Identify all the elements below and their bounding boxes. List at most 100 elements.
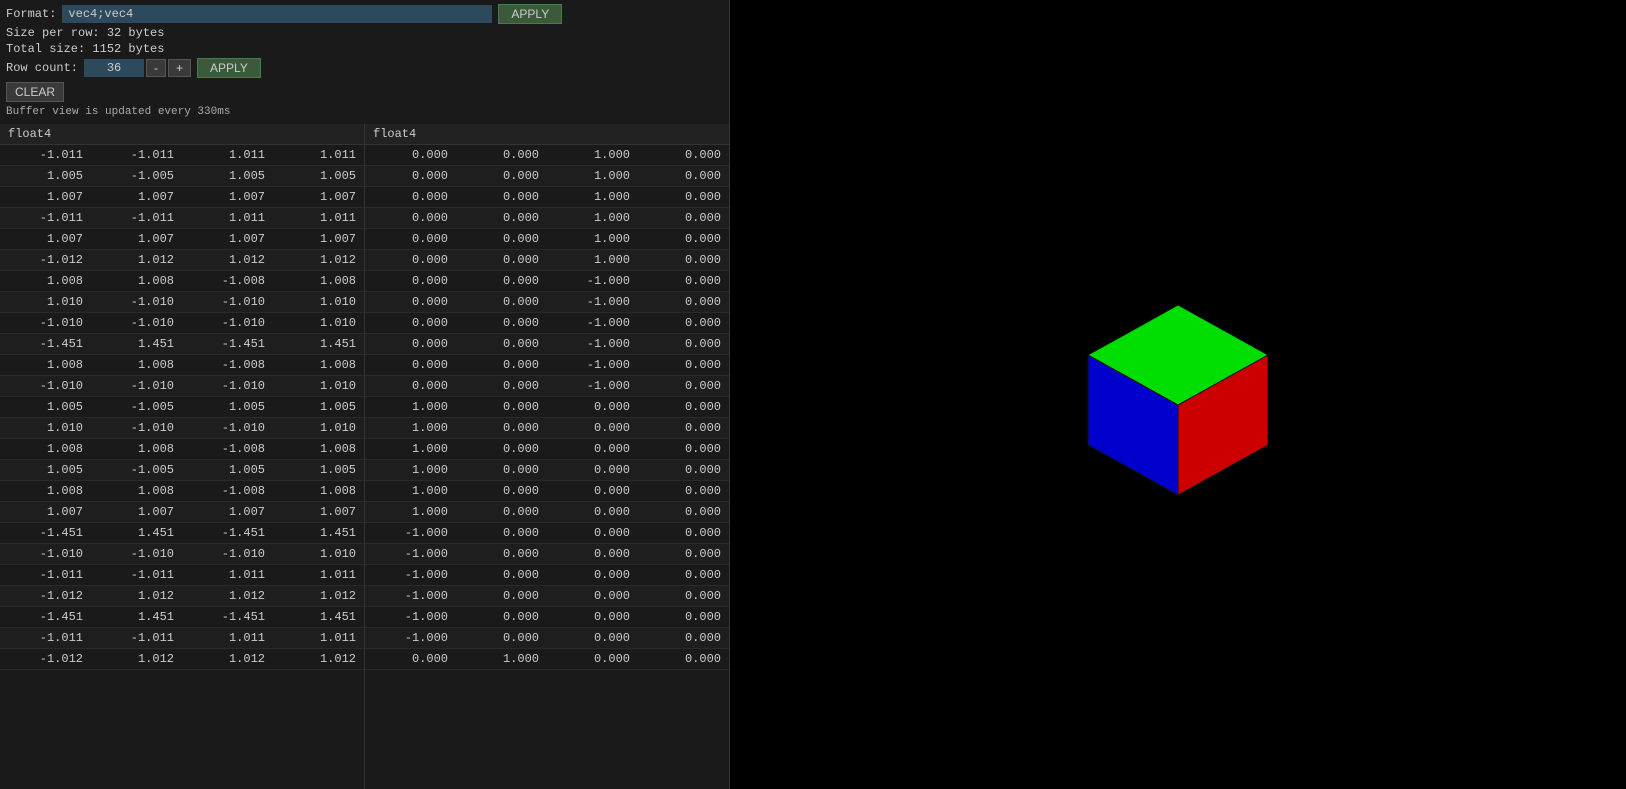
increment-button[interactable]: + bbox=[168, 59, 191, 77]
clear-button[interactable]: CLEAR bbox=[6, 82, 64, 102]
table-cell: 0.000 bbox=[547, 397, 638, 418]
table-cell: 0.000 bbox=[456, 586, 547, 607]
table-cell: -1.010 bbox=[0, 376, 91, 397]
table-cell: 0.000 bbox=[456, 271, 547, 292]
table-cell: -1.012 bbox=[0, 649, 91, 670]
table-row: 0.0000.000-1.0000.000 bbox=[365, 313, 729, 334]
table-row: -1.011-1.0111.0111.011 bbox=[0, 628, 364, 649]
table-row: 1.005-1.0051.0051.005 bbox=[0, 397, 364, 418]
table-cell: -1.451 bbox=[182, 334, 273, 355]
table-cell: -1.000 bbox=[365, 523, 456, 544]
table-cell: -1.010 bbox=[182, 292, 273, 313]
table-cell: 0.000 bbox=[456, 313, 547, 334]
table-cell: 0.000 bbox=[456, 187, 547, 208]
table-cell: 1.012 bbox=[91, 649, 182, 670]
table-cell: 1.000 bbox=[547, 187, 638, 208]
table-cell: 1.008 bbox=[273, 481, 364, 502]
right-table: float4 0.0000.0001.0000.0000.0000.0001.0… bbox=[364, 124, 729, 789]
table-cell: 0.000 bbox=[547, 649, 638, 670]
format-input[interactable] bbox=[62, 5, 492, 23]
table-cell: 0.000 bbox=[638, 586, 729, 607]
table-cell: -1.000 bbox=[365, 628, 456, 649]
table-cell: 1.451 bbox=[273, 334, 364, 355]
table-cell: -1.000 bbox=[547, 376, 638, 397]
table-cell: 0.000 bbox=[547, 418, 638, 439]
table-cell: 0.000 bbox=[638, 292, 729, 313]
table-cell: -1.000 bbox=[365, 607, 456, 628]
table-cell: 1.008 bbox=[91, 439, 182, 460]
table-row: 1.0081.008-1.0081.008 bbox=[0, 481, 364, 502]
table-cell: 0.000 bbox=[365, 292, 456, 313]
table-cell: 0.000 bbox=[638, 208, 729, 229]
table-cell: 1.451 bbox=[91, 334, 182, 355]
table-cell: -1.451 bbox=[182, 607, 273, 628]
table-cell: 0.000 bbox=[547, 523, 638, 544]
table-cell: 1.005 bbox=[182, 397, 273, 418]
table-cell: 0.000 bbox=[456, 418, 547, 439]
table-cell: 1.000 bbox=[547, 208, 638, 229]
table-row: 0.0000.0001.0000.000 bbox=[365, 166, 729, 187]
table-cell: 0.000 bbox=[456, 544, 547, 565]
table-cell: 0.000 bbox=[365, 649, 456, 670]
table-row: 1.0000.0000.0000.000 bbox=[365, 397, 729, 418]
table-cell: -1.010 bbox=[91, 544, 182, 565]
table-cell: -1.000 bbox=[547, 292, 638, 313]
table-cell: 1.008 bbox=[0, 481, 91, 502]
table-cell: 0.000 bbox=[638, 418, 729, 439]
table-cell: -1.010 bbox=[182, 418, 273, 439]
table-cell: 0.000 bbox=[365, 271, 456, 292]
size-per-row: Size per row: 32 bytes bbox=[6, 26, 164, 40]
table-cell: 0.000 bbox=[456, 229, 547, 250]
table-row: 1.0081.008-1.0081.008 bbox=[0, 439, 364, 460]
table-cell: -1.012 bbox=[0, 250, 91, 271]
table-cell: 1.012 bbox=[273, 649, 364, 670]
decrement-button[interactable]: - bbox=[146, 59, 166, 77]
left-table: float4 -1.011-1.0111.0111.0111.005-1.005… bbox=[0, 124, 364, 789]
table-cell: 0.000 bbox=[638, 229, 729, 250]
table-cell: 1.005 bbox=[182, 460, 273, 481]
table-cell: 1.007 bbox=[273, 229, 364, 250]
table-cell: 1.000 bbox=[365, 460, 456, 481]
table-cell: -1.008 bbox=[182, 355, 273, 376]
table-cell: 0.000 bbox=[456, 628, 547, 649]
table-cell: 0.000 bbox=[456, 376, 547, 397]
table-cell: 0.000 bbox=[547, 607, 638, 628]
table-row: -1.0000.0000.0000.000 bbox=[365, 544, 729, 565]
row-count-input[interactable] bbox=[84, 59, 144, 77]
table-cell: 0.000 bbox=[456, 145, 547, 166]
table-row: 1.010-1.010-1.0101.010 bbox=[0, 292, 364, 313]
table-cell: -1.451 bbox=[0, 523, 91, 544]
table-cell: 0.000 bbox=[456, 565, 547, 586]
table-cell: -1.451 bbox=[182, 523, 273, 544]
table-row: 0.0000.000-1.0000.000 bbox=[365, 271, 729, 292]
table-cell: 0.000 bbox=[365, 250, 456, 271]
table-cell: 1.012 bbox=[91, 586, 182, 607]
table-row: 0.0000.000-1.0000.000 bbox=[365, 376, 729, 397]
table-cell: 1.008 bbox=[0, 439, 91, 460]
cube-svg bbox=[1048, 265, 1308, 525]
table-cell: 1.012 bbox=[273, 250, 364, 271]
table-row: -1.0000.0000.0000.000 bbox=[365, 628, 729, 649]
apply-button-format[interactable]: APPLY bbox=[498, 4, 562, 24]
table-cell: 0.000 bbox=[547, 439, 638, 460]
table-row: -1.0000.0000.0000.000 bbox=[365, 565, 729, 586]
table-cell: 0.000 bbox=[638, 166, 729, 187]
table-cell: 1.011 bbox=[182, 565, 273, 586]
table-cell: 0.000 bbox=[638, 544, 729, 565]
table-cell: 1.451 bbox=[273, 607, 364, 628]
table-cell: 1.000 bbox=[365, 481, 456, 502]
table-cell: 1.000 bbox=[547, 145, 638, 166]
table-cell: 0.000 bbox=[638, 313, 729, 334]
apply-button-row[interactable]: APPLY bbox=[197, 58, 261, 78]
table-cell: 0.000 bbox=[638, 145, 729, 166]
table-row: -1.4511.451-1.4511.451 bbox=[0, 607, 364, 628]
right-table-header: float4 bbox=[365, 124, 729, 145]
table-row: -1.0121.0121.0121.012 bbox=[0, 250, 364, 271]
table-cell: -1.451 bbox=[0, 607, 91, 628]
table-cell: -1.005 bbox=[91, 460, 182, 481]
table-row: -1.0000.0000.0000.000 bbox=[365, 523, 729, 544]
table-cell: 1.005 bbox=[273, 397, 364, 418]
table-row: 1.0081.008-1.0081.008 bbox=[0, 271, 364, 292]
table-row: -1.4511.451-1.4511.451 bbox=[0, 523, 364, 544]
table-row: 1.0081.008-1.0081.008 bbox=[0, 355, 364, 376]
